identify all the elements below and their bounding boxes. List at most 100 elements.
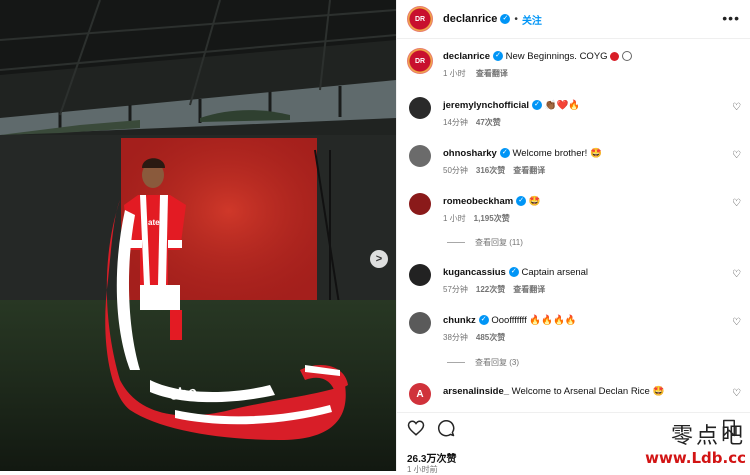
heart-icon[interactable]: ♡	[732, 269, 741, 280]
commenter-avatar[interactable]	[409, 193, 431, 215]
commenter-username[interactable]: chunkz	[443, 315, 476, 326]
comment-likes[interactable]: 485次赞	[476, 333, 505, 342]
comment-time: 1 小时	[443, 214, 466, 223]
see-translation-link[interactable]: 查看翻译	[513, 166, 545, 175]
author-avatar[interactable]: DR	[407, 6, 433, 32]
svg-text:ebe: ebe	[169, 384, 198, 404]
comment-text: 🤩	[528, 196, 541, 207]
comment-meta: 1 小时 1,195次赞	[443, 213, 721, 224]
verified-badge-icon: ✓	[532, 100, 543, 111]
comment-likes[interactable]: 1,195次赞	[474, 214, 510, 223]
comment-text: Welcome brother!	[512, 148, 588, 159]
caption-line: declanrice ✓ New Beginnings. COYG	[443, 50, 721, 63]
comment-text: Captain arsenal	[521, 267, 589, 278]
commenter-username[interactable]: ohnosharky	[443, 148, 497, 159]
comment-line: romeobeckham ✓ 🤩	[443, 195, 721, 208]
heart-icon[interactable]: ♡	[732, 150, 741, 161]
comment-line: ohnosharky ✓ Welcome brother! 🤩	[443, 147, 721, 160]
separator-dot: •	[514, 13, 518, 25]
comment-emoji: 🔥🔥🔥🔥	[529, 315, 577, 326]
verified-badge-icon: ✓	[499, 148, 510, 159]
verified-badge-icon: ✓	[493, 51, 503, 62]
comment-meta: 50分钟 316次赞 查看翻译	[443, 165, 721, 176]
comment-icon[interactable]	[437, 419, 455, 442]
caption-text: New Beginnings. COYG	[505, 51, 608, 62]
see-translation-link[interactable]: 查看翻译	[513, 285, 545, 294]
post-time: 1 小时前	[407, 465, 438, 474]
see-translation-link[interactable]: 查看翻译	[476, 69, 508, 78]
comment-text: Ooofffffff	[491, 315, 527, 326]
comment-text: Welcome to Arsenal Declan Rice	[511, 386, 650, 397]
more-options-icon[interactable]: •••	[722, 10, 740, 26]
comment-body: ohnosharky ✓ Welcome brother! 🤩 50分钟 316次赞…	[443, 147, 721, 176]
arsenal-logo-icon: A	[416, 388, 424, 400]
comment-emoji: 🤩	[589, 148, 602, 159]
comment-time: 14分钟	[443, 118, 468, 127]
heart-icon[interactable]: ♡	[732, 317, 741, 328]
comment-likes[interactable]: 47次赞	[476, 118, 501, 127]
follow-button[interactable]: 关注	[522, 12, 542, 27]
comment-meta: 14分钟 47次赞	[443, 117, 721, 128]
comment-line: kugancassius ✓ Captain arsenal	[443, 266, 721, 279]
replies-divider	[447, 242, 465, 243]
comment-body: romeobeckham ✓ 🤩 1 小时 1,195次赞	[443, 195, 721, 224]
like-count[interactable]: 26.3万次赞	[407, 450, 456, 465]
watermark-url: www.Ldb.cc	[645, 449, 746, 467]
comment-body: arsenalinside_ Welcome to Arsenal Declan…	[443, 385, 721, 398]
caption-username[interactable]: declanrice	[443, 51, 490, 62]
heart-icon[interactable]	[407, 419, 425, 442]
commenter-avatar[interactable]	[409, 264, 431, 286]
commenter-username[interactable]: arsenalinside_	[443, 386, 509, 397]
view-replies-label: 查看回复 (3)	[475, 358, 519, 367]
heart-icon[interactable]: ♡	[732, 388, 741, 399]
replies-divider	[447, 362, 465, 363]
chevron-right-icon: >	[375, 253, 383, 265]
view-replies-button[interactable]: 查看回复 (3)	[447, 357, 519, 368]
verified-badge-icon: ✓	[508, 267, 519, 278]
comment-emoji: 🤩	[652, 386, 665, 397]
commenter-username[interactable]: romeobeckham	[443, 196, 513, 207]
svg-text:ates: ates	[148, 218, 165, 227]
view-replies-button[interactable]: 查看回复 (11)	[447, 237, 523, 248]
commenter-username[interactable]: jeremylynchofficial	[443, 100, 529, 111]
commenter-avatar[interactable]	[409, 97, 431, 119]
avatar-initials: DR	[414, 15, 426, 23]
heart-icon[interactable]: ♡	[732, 102, 741, 113]
post-image[interactable]: ates ebe >	[0, 0, 396, 471]
commenter-avatar[interactable]	[409, 145, 431, 167]
comment-time: 57分钟	[443, 285, 468, 294]
author-username[interactable]: declanrice	[443, 13, 497, 25]
comment-meta: 57分钟 122次赞 查看翻译	[443, 284, 721, 295]
comment-body: kugancassius ✓ Captain arsenal 57分钟 122次赞查…	[443, 266, 721, 295]
view-replies-label: 查看回复 (11)	[475, 238, 523, 247]
comment-list[interactable]: DR declanrice ✓ New Beginnings. COYG 1 小时…	[397, 42, 750, 412]
comment-line: chunkz ✓ Ooofffffff 🔥🔥🔥🔥	[443, 314, 721, 327]
commenter-username[interactable]: kugancassius	[443, 267, 506, 278]
post-sidebar: DR declanrice ✓ • 关注 ••• DR declanrice ✓ …	[396, 0, 750, 474]
comment-body: chunkz ✓ Ooofffffff 🔥🔥🔥🔥 38分钟 485次赞	[443, 314, 721, 343]
comment-line: jeremylynchofficial ✓ 👏🏾❤️🔥	[443, 99, 721, 112]
caption-body: declanrice ✓ New Beginnings. COYG 1 小时 查看…	[443, 50, 721, 79]
comment-text: 👏🏾❤️🔥	[544, 100, 581, 111]
red-circle-icon	[610, 51, 620, 61]
post-photo-illustration: ates ebe	[0, 0, 396, 471]
verified-badge-icon: ✓	[516, 196, 527, 207]
verified-badge-icon: ✓	[500, 14, 511, 24]
author-avatar[interactable]: DR	[407, 48, 433, 74]
comment-likes[interactable]: 122次赞	[476, 285, 505, 294]
watermark: 零点吧 www.Ldb.cc	[645, 424, 746, 468]
avatar-initials: DR	[414, 57, 426, 65]
comment-time: 38分钟	[443, 333, 468, 342]
caption-meta: 1 小时 查看翻译	[443, 68, 721, 79]
next-image-button[interactable]: >	[370, 250, 388, 268]
comment-likes[interactable]: 316次赞	[476, 166, 505, 175]
watermark-chinese: 零点吧	[670, 424, 746, 449]
comment-meta: 38分钟 485次赞	[443, 332, 721, 343]
caption-time: 1 小时	[443, 69, 466, 78]
commenter-avatar[interactable]	[409, 312, 431, 334]
commenter-avatar[interactable]: A	[409, 383, 431, 405]
comment-body: jeremylynchofficial ✓ 👏🏾❤️🔥 14分钟 47次赞	[443, 99, 721, 128]
post-header: DR declanrice ✓ • 关注 •••	[397, 0, 750, 39]
heart-icon[interactable]: ♡	[732, 198, 741, 209]
white-circle-icon	[621, 51, 632, 62]
